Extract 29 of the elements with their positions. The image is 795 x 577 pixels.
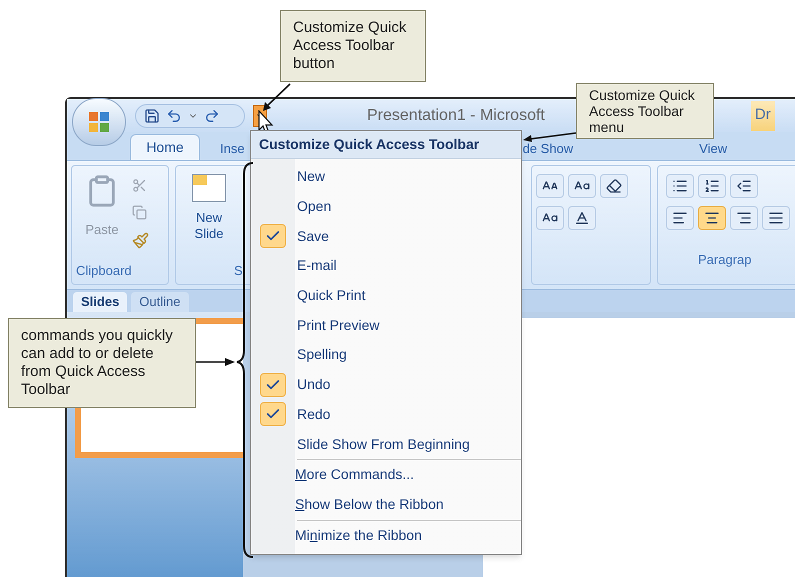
ribbon-tab[interactable]: View bbox=[699, 142, 728, 160]
new-slide-button[interactable]: New Slide bbox=[184, 174, 234, 260]
menu-item[interactable]: Spelling bbox=[251, 340, 521, 370]
menu-title: Customize Quick Access Toolbar bbox=[251, 131, 521, 159]
group-label: S bbox=[233, 262, 244, 280]
callout: Customize Quick Access Toolbar button bbox=[280, 10, 426, 82]
menu-item[interactable]: Quick Print bbox=[251, 280, 521, 310]
menu-item[interactable]: Show Below the Ribbon bbox=[295, 490, 521, 520]
menu-item[interactable]: New bbox=[251, 162, 521, 192]
contextual-tab[interactable]: Dr bbox=[750, 100, 775, 130]
pane-tab[interactable]: Slides bbox=[73, 292, 128, 312]
menu-item[interactable]: Redo bbox=[251, 400, 521, 430]
ribbon-tab[interactable]: de Show bbox=[522, 142, 574, 160]
window-title: Presentation1 - Microsoft bbox=[367, 106, 545, 126]
callout: Customize Quick Access Toolbar menu bbox=[576, 83, 714, 139]
menu-item[interactable]: Save bbox=[251, 221, 521, 252]
callout: commands you quickly can add to or delete from Quick Access Toolbar bbox=[8, 318, 196, 408]
menu-item[interactable]: More Commands... bbox=[295, 460, 521, 490]
menu-item[interactable]: Undo bbox=[251, 370, 521, 400]
pane-tab[interactable]: Outline bbox=[131, 292, 188, 312]
menu-item[interactable]: Open bbox=[251, 192, 521, 222]
menu-item[interactable]: Print Preview bbox=[251, 310, 521, 340]
menu-item[interactable]: E-mail bbox=[251, 251, 521, 281]
menu-item[interactable]: Minimize the Ribbon bbox=[295, 520, 521, 551]
group-label: Clipboard bbox=[75, 262, 133, 280]
group-label: Paragrap bbox=[697, 251, 752, 269]
ribbon-tab[interactable]: Inse bbox=[220, 142, 245, 160]
ribbon-tab[interactable]: Home bbox=[130, 134, 200, 160]
menu-item[interactable]: Slide Show From Beginning bbox=[251, 429, 521, 459]
